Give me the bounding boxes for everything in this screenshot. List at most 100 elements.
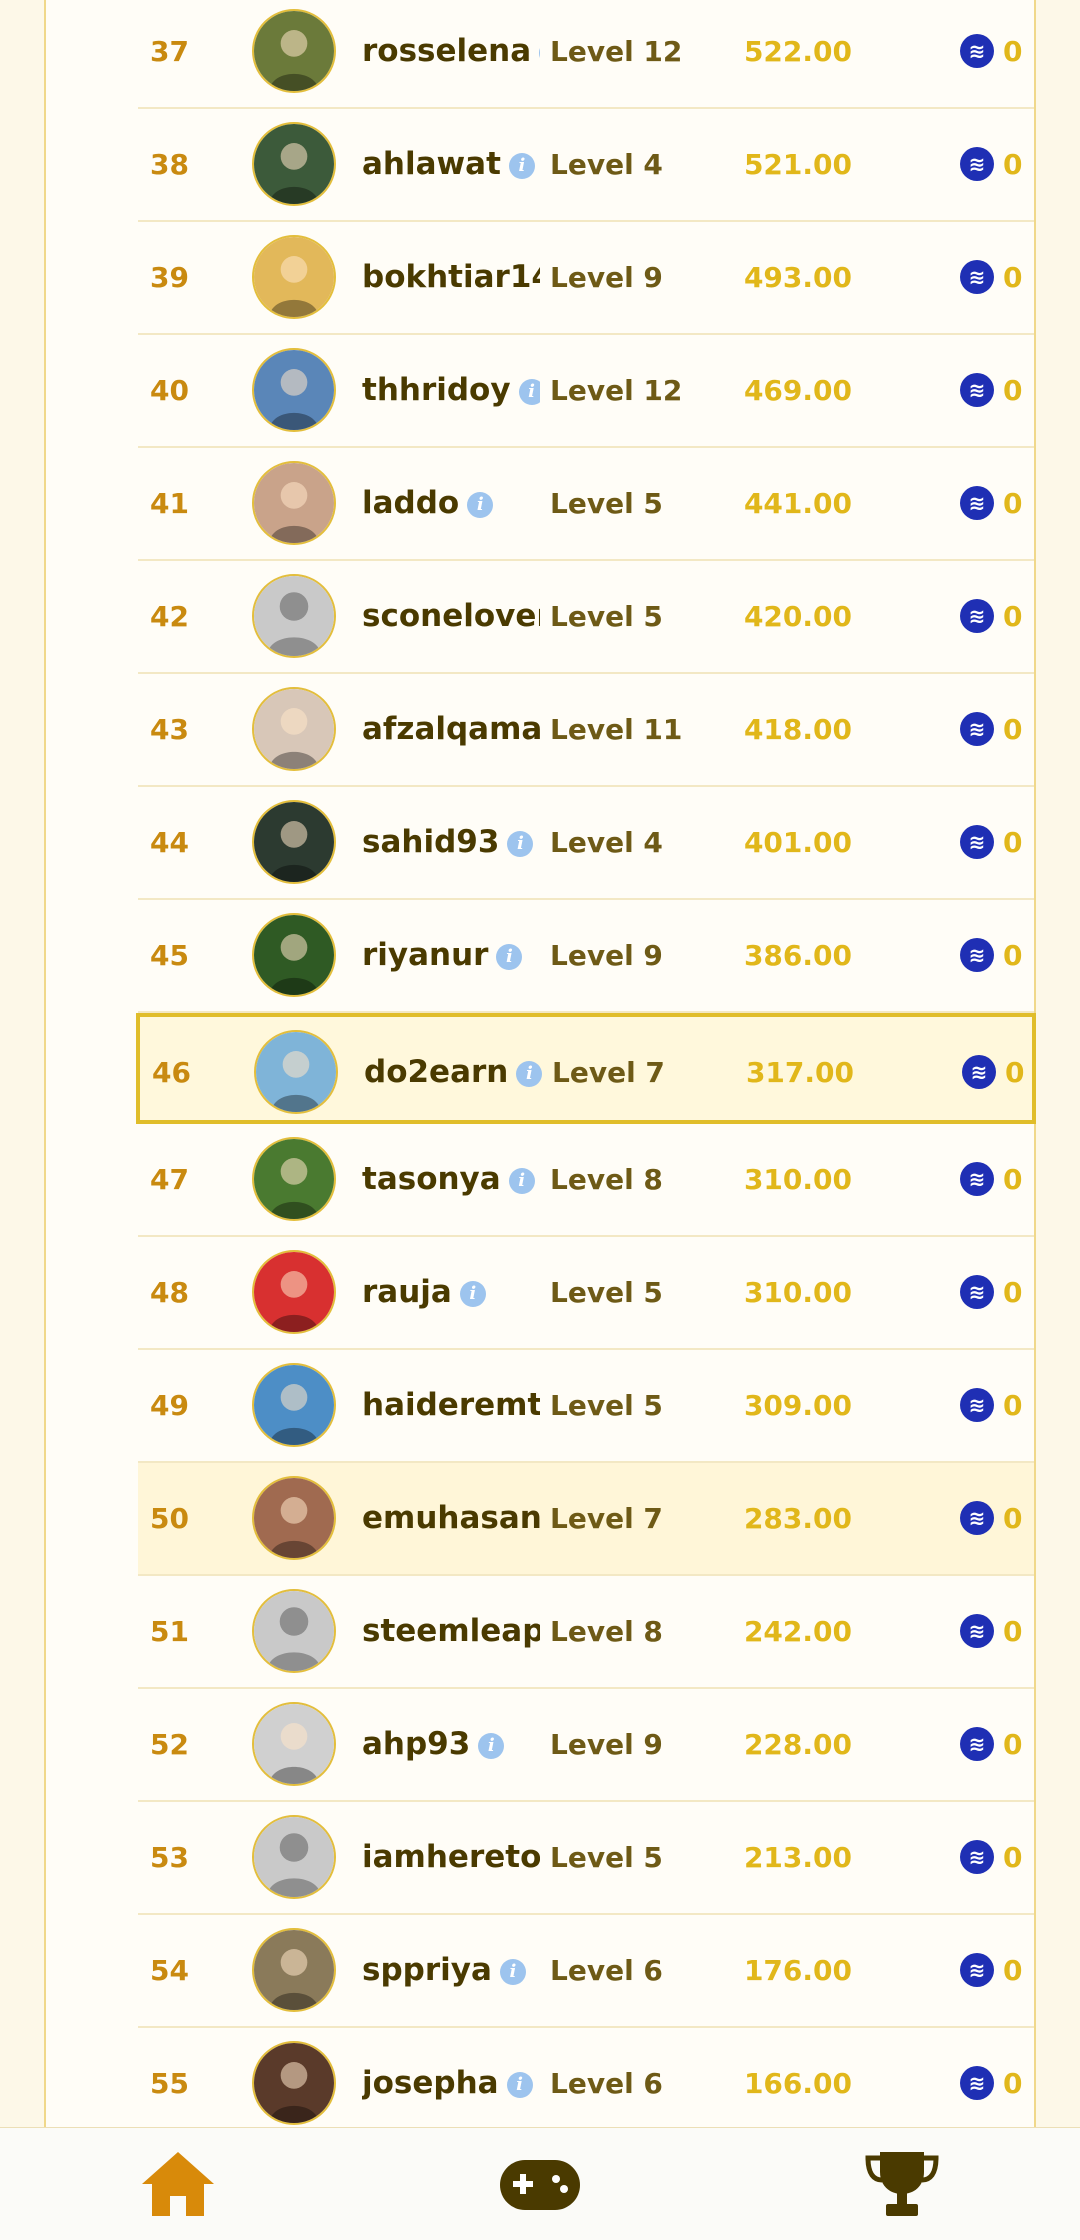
username[interactable]: riyanur i [362,900,540,1011]
avatar[interactable] [252,1363,336,1447]
reward-value: 0 [1003,1954,1023,1987]
leaderboard-row[interactable]: 49 haideremtiazi Level 5 309.00 ≋ 0 [138,1350,1034,1463]
username[interactable]: josepha i [362,2028,540,2139]
nav-games-button[interactable] [496,2146,584,2222]
leaderboard-row[interactable]: 51 steemleapi Level 8 242.00 ≋ 0 [138,1576,1034,1689]
avatar[interactable] [252,800,336,884]
username[interactable]: ahlawat i [362,109,540,220]
avatar[interactable] [252,235,336,319]
info-icon[interactable]: i [496,943,523,970]
info-icon[interactable]: i [478,1732,505,1759]
username-text: sconelover [362,598,540,634]
score-value: 242.00 [743,1615,852,1648]
leaderboard-row[interactable]: 45 riyanur i Level 9 386.00 ≋ 0 [138,900,1034,1013]
level-label: Level 11 [550,713,683,746]
avatar[interactable] [252,1815,336,1899]
steem-coin-icon: ≋ [960,1162,994,1196]
score-value: 522.00 [743,35,852,68]
nav-leaderboard-button[interactable] [862,2146,942,2222]
username[interactable]: bokhtiar14i [362,222,540,333]
level-label: Level 12 [550,35,683,68]
steem-coin-icon: ≋ [960,147,994,181]
leaderboard-row[interactable]: 46 do2earn i Level 7 317.00 ≋ 0 [136,1013,1036,1124]
avatar[interactable] [252,913,336,997]
leaderboard-row[interactable]: 54 sppriya i Level 6 176.00 ≋ 0 [138,1915,1034,2028]
rank-number: 50 [150,1502,189,1535]
username[interactable]: rosselena i [362,0,540,107]
level-label: Level 5 [550,1276,663,1309]
username[interactable]: do2earn i [364,1017,542,1128]
steem-coin-icon: ≋ [960,1388,994,1422]
leaderboard-row[interactable]: 38 ahlawat i Level 4 521.00 ≋ 0 [138,109,1034,222]
info-icon[interactable]: i [508,152,535,179]
avatar[interactable] [252,574,336,658]
avatar[interactable] [252,1702,336,1786]
score-value: 166.00 [743,2067,852,2100]
username[interactable]: steemleapi [362,1576,540,1687]
info-icon[interactable]: i [516,1060,542,1087]
reward-value: 0 [1003,826,1023,859]
username[interactable]: rauja i [362,1237,540,1348]
info-icon[interactable]: i [506,2071,533,2098]
leaderboard-row[interactable]: 43 afzalqamari Level 11 418.00 ≋ 0 [138,674,1034,787]
avatar[interactable] [252,1137,336,1221]
username[interactable]: sconeloveri [362,561,540,672]
username-text: haideremtiaz [362,1387,540,1423]
leaderboard-row[interactable]: 53 iamheretooi Level 5 213.00 ≋ 0 [138,1802,1034,1915]
leaderboard-row[interactable]: 50 emuhasani Level 7 283.00 ≋ 0 [138,1463,1034,1576]
avatar[interactable] [252,9,336,93]
info-icon[interactable]: i [467,491,494,518]
leaderboard-row[interactable]: 44 sahid93 i Level 4 401.00 ≋ 0 [138,787,1034,900]
info-icon[interactable]: i [518,378,540,405]
leaderboard-row[interactable]: 39 bokhtiar14i Level 9 493.00 ≋ 0 [138,222,1034,335]
leaderboard-row[interactable]: 55 josepha i Level 6 166.00 ≋ 0 [138,2028,1034,2141]
info-icon[interactable]: i [499,1958,526,1985]
username[interactable]: haideremtiazi [362,1350,540,1461]
username[interactable]: ahp93 i [362,1689,540,1800]
username[interactable]: thhridoy i [362,335,540,446]
username[interactable]: afzalqamari [362,674,540,785]
steem-coin-icon: ≋ [960,1953,994,1987]
leaderboard-row[interactable]: 48 rauja i Level 5 310.00 ≋ 0 [138,1237,1034,1350]
nav-home-button[interactable] [138,2146,218,2222]
username-text: bokhtiar14 [362,259,540,295]
info-icon[interactable]: i [459,1280,486,1307]
username[interactable]: sahid93 i [362,787,540,898]
username[interactable]: iamheretooi [362,1802,540,1913]
rank-number: 42 [150,600,189,633]
avatar[interactable] [252,687,336,771]
leaderboard-row[interactable]: 42 sconeloveri Level 5 420.00 ≋ 0 [138,561,1034,674]
username[interactable]: sppriya i [362,1915,540,2026]
leaderboard-row[interactable]: 37 rosselena i Level 12 522.00 ≋ 0 [138,0,1034,109]
steem-coin-icon: ≋ [960,373,994,407]
steem-coin-icon: ≋ [960,486,994,520]
avatar[interactable] [252,461,336,545]
username-text: sppriya [362,1952,492,1988]
leaderboard-row[interactable]: 40 thhridoy i Level 12 469.00 ≋ 0 [138,335,1034,448]
avatar[interactable] [252,2041,336,2125]
rank-number: 37 [150,35,189,68]
avatar[interactable] [252,1476,336,1560]
info-icon[interactable]: i [507,830,534,857]
reward-value: 0 [1005,1056,1025,1089]
username[interactable]: laddo i [362,448,540,559]
avatar[interactable] [254,1030,338,1114]
avatar[interactable] [252,1928,336,2012]
info-icon[interactable]: i [539,39,540,66]
avatar[interactable] [252,1250,336,1334]
leaderboard-row[interactable]: 52 ahp93 i Level 9 228.00 ≋ 0 [138,1689,1034,1802]
steem-coin-icon: ≋ [962,1055,996,1089]
avatar[interactable] [252,348,336,432]
leaderboard-row[interactable]: 47 tasonya i Level 8 310.00 ≋ 0 [138,1124,1034,1237]
level-label: Level 9 [550,939,663,972]
avatar[interactable] [252,122,336,206]
leaderboard-panel: 37 rosselena i Level 12 522.00 ≋ 0 38 ahl… [44,0,1036,2142]
level-label: Level 12 [550,374,683,407]
username[interactable]: tasonya i [362,1124,540,1235]
steem-coin-icon: ≋ [960,1727,994,1761]
username[interactable]: emuhasani [362,1463,540,1574]
leaderboard-row[interactable]: 41 laddo i Level 5 441.00 ≋ 0 [138,448,1034,561]
info-icon[interactable]: i [508,1167,535,1194]
score-value: 228.00 [743,1728,852,1761]
avatar[interactable] [252,1589,336,1673]
